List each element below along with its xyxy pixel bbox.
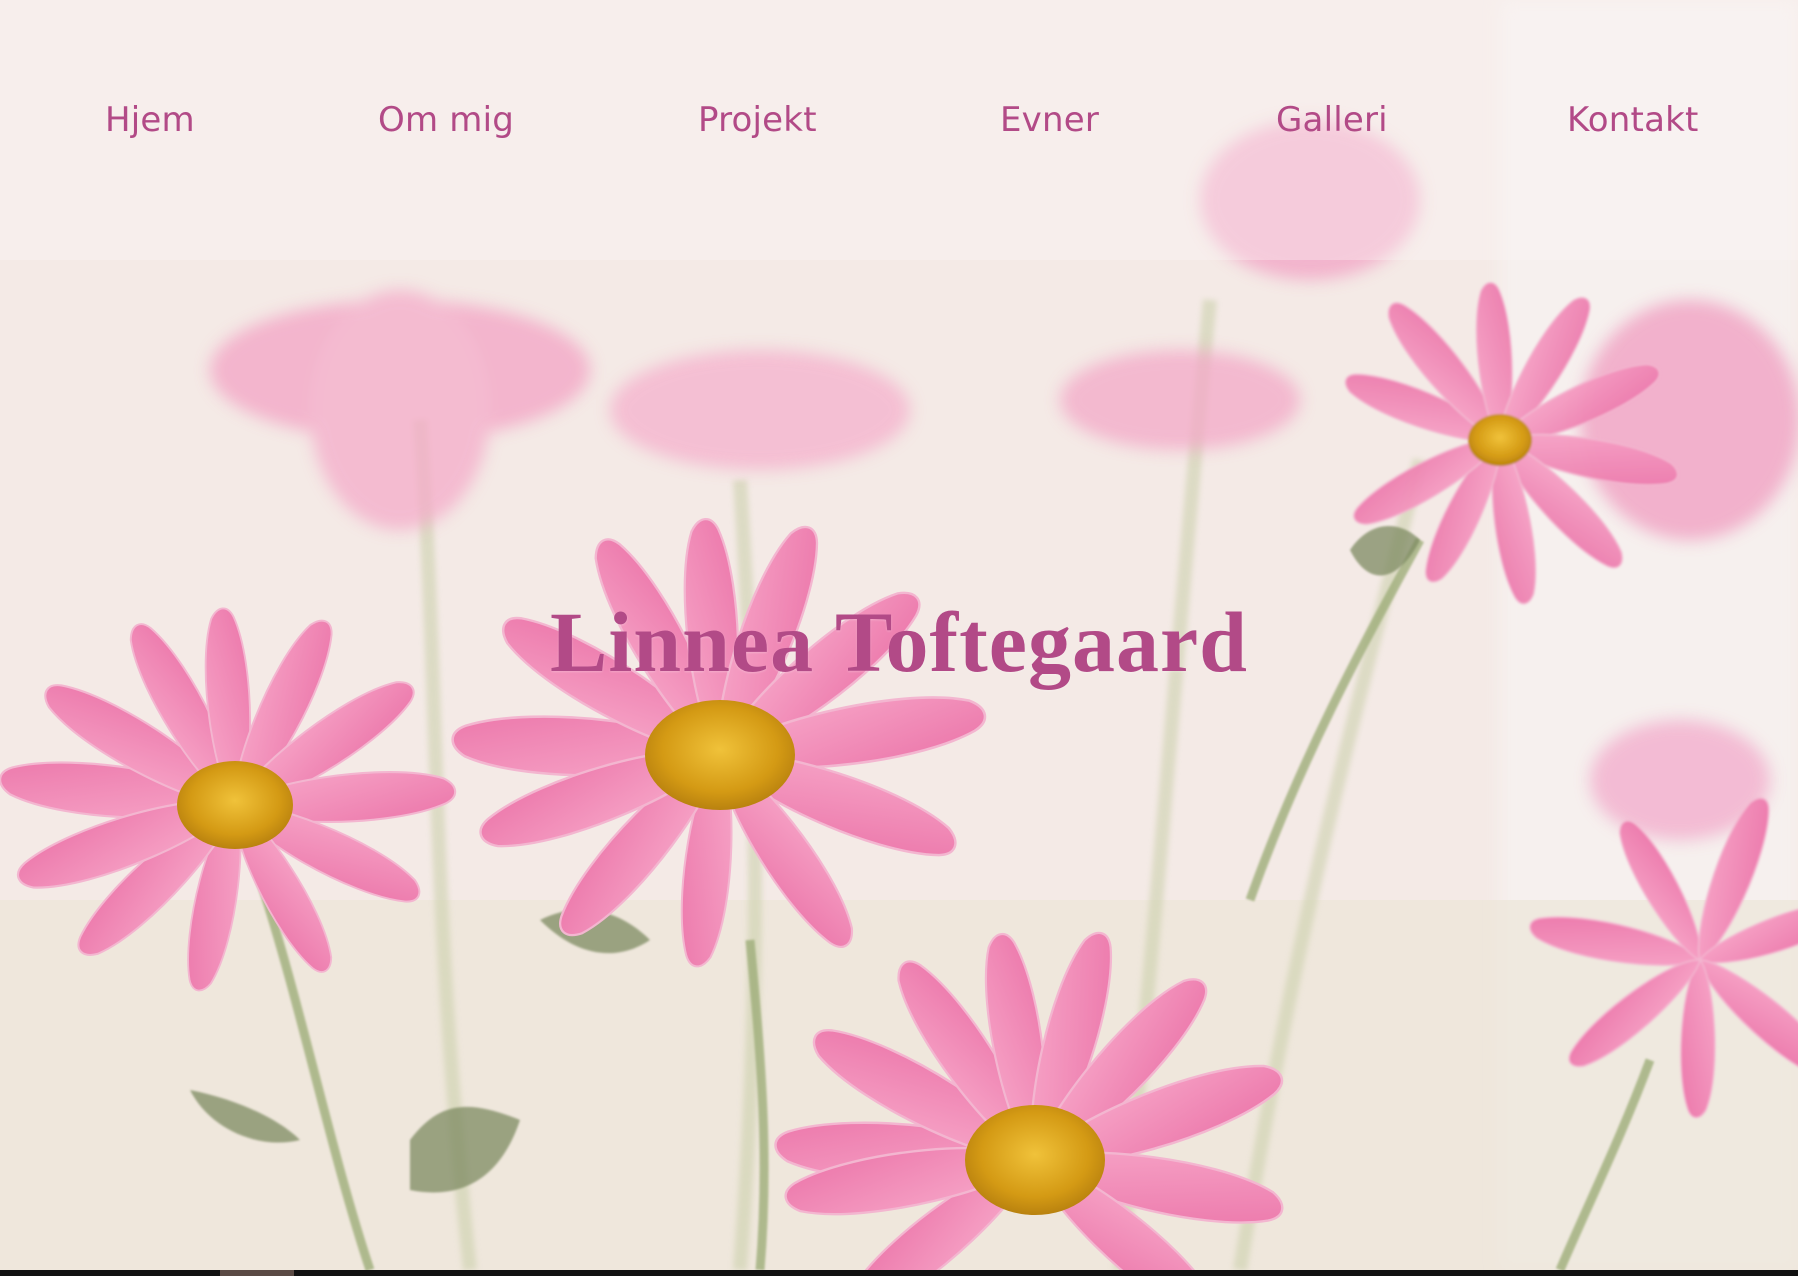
nav-link-om-mig[interactable]: Om mig xyxy=(378,100,514,140)
nav-link-kontakt[interactable]: Kontakt xyxy=(1567,100,1699,140)
nav-link-projekt[interactable]: Projekt xyxy=(698,100,817,140)
scrollbar-thumb[interactable] xyxy=(220,1270,294,1276)
horizontal-scrollbar[interactable] xyxy=(0,1270,1798,1276)
main-navigation: Hjem Om mig Projekt Evner Galleri Kontak… xyxy=(0,100,1798,160)
nav-link-galleri[interactable]: Galleri xyxy=(1276,100,1388,140)
hero-section: Hjem Om mig Projekt Evner Galleri Kontak… xyxy=(0,0,1798,1270)
nav-link-evner[interactable]: Evner xyxy=(1000,100,1099,140)
page-title: Linnea Toftegaard xyxy=(550,594,1248,690)
nav-link-hjem[interactable]: Hjem xyxy=(105,100,195,140)
